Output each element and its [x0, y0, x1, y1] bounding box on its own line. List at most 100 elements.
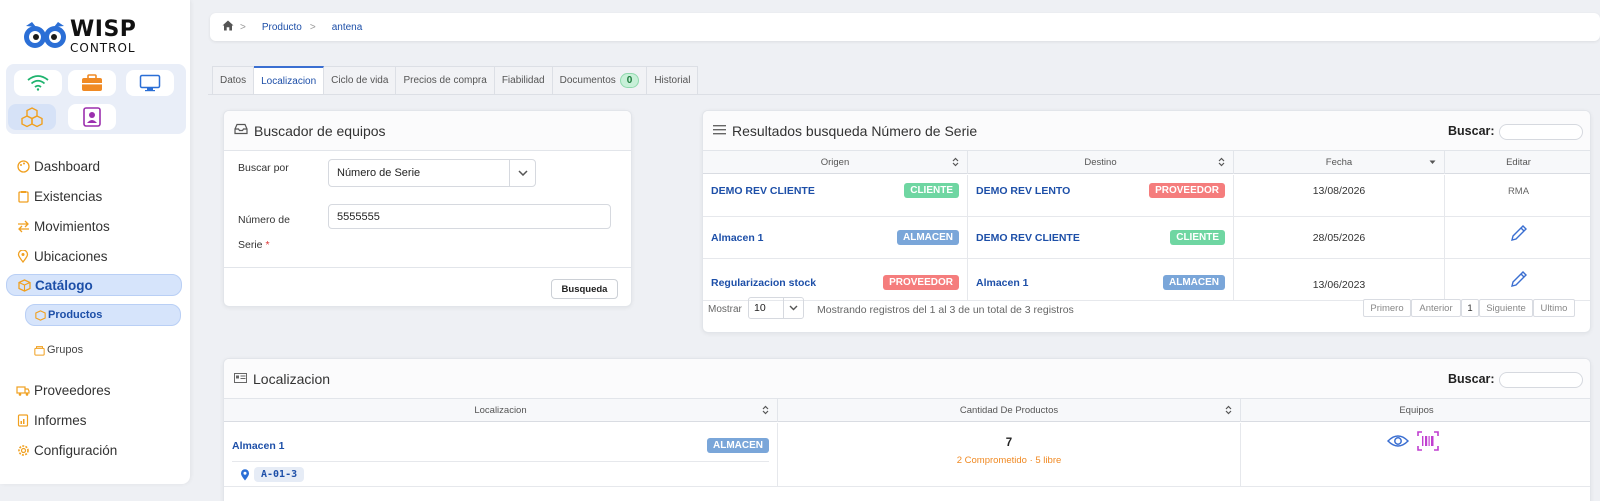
- nav-label: Informes: [34, 412, 87, 428]
- clipboard-icon: [16, 189, 30, 203]
- module-switcher: [6, 64, 186, 134]
- chevron-down-icon: [509, 160, 535, 186]
- search-input[interactable]: [1499, 372, 1583, 388]
- nav-proveedores[interactable]: Proveedores: [6, 379, 182, 401]
- nav-sub-productos[interactable]: Productos: [25, 304, 181, 326]
- origen-link[interactable]: Almacen 1: [711, 232, 764, 244]
- table-row: Regularizacion stock PROVEEDOR Almacen 1…: [703, 259, 1590, 301]
- box-icon: [17, 278, 31, 292]
- location-link[interactable]: Almacen 1: [232, 440, 285, 452]
- pager-page[interactable]: 1: [1461, 299, 1479, 317]
- owl-logo-icon: [22, 18, 68, 54]
- tab-localizacion[interactable]: Localizacion: [254, 66, 325, 94]
- card-title: Resultados busqueda Número de Serie: [732, 122, 978, 139]
- required-mark: *: [265, 239, 270, 251]
- column-header-localizacion[interactable]: Localizacion: [224, 399, 778, 422]
- nav-label: Catálogo: [35, 277, 93, 293]
- origen-link[interactable]: DEMO REV CLIENTE: [711, 185, 815, 197]
- chevron-down-icon: [783, 298, 803, 318]
- nav-movimientos[interactable]: Movimientos: [6, 215, 182, 237]
- nav-existencias[interactable]: Existencias: [6, 185, 182, 207]
- module-business[interactable]: [68, 70, 116, 96]
- search-input[interactable]: [1499, 124, 1583, 140]
- wifi-icon: [27, 75, 49, 91]
- divider: [224, 267, 631, 268]
- nav-sub-label: Productos: [48, 309, 103, 321]
- status-badge: ALMACEN: [707, 438, 769, 453]
- breadcrumb-producto[interactable]: Producto: [262, 22, 302, 33]
- nav-dashboard[interactable]: Dashboard: [6, 155, 182, 177]
- column-header-origen[interactable]: Origen: [703, 151, 968, 174]
- buscar-por-label: Buscar por: [238, 162, 289, 174]
- monitor-icon: [139, 74, 161, 92]
- module-inventory[interactable]: [8, 104, 56, 130]
- box-icon: [34, 309, 46, 321]
- pager-last[interactable]: Ultimo: [1533, 299, 1575, 317]
- cantidad-detalle: 2 Comprometido · 5 libre: [956, 455, 1062, 466]
- tab-historial[interactable]: Historial: [647, 66, 699, 94]
- eye-icon[interactable]: [1386, 433, 1410, 452]
- pager-prev[interactable]: Anterior: [1411, 299, 1461, 317]
- tab-datos[interactable]: Datos: [212, 66, 255, 94]
- tab-fiabilidad[interactable]: Fiabilidad: [494, 66, 553, 94]
- card-header: Localizacion: [224, 359, 1590, 399]
- destino-link[interactable]: DEMO REV CLIENTE: [976, 232, 1080, 244]
- inbox-icon: [234, 123, 248, 138]
- location-icon: [16, 249, 30, 263]
- records-info: Mostrando registros del 1 al 3 de un tot…: [817, 304, 1074, 316]
- column-header-fecha[interactable]: Fecha: [1234, 151, 1445, 174]
- pager-next[interactable]: Siguiente: [1479, 299, 1533, 317]
- sort-icon: [762, 405, 769, 418]
- documents-count-badge: 0: [619, 73, 640, 88]
- breadcrumb: > Producto > antena: [210, 13, 1600, 41]
- tab-underline: [208, 94, 1600, 95]
- serie-input[interactable]: 5555555: [328, 204, 611, 229]
- tab-ciclo-de-vida[interactable]: Ciclo de vida: [324, 66, 397, 94]
- nav-label: Ubicaciones: [34, 248, 108, 264]
- id-card-icon: [234, 372, 247, 386]
- rma-label[interactable]: RMA: [1445, 175, 1590, 217]
- nav-catalogo[interactable]: Catálogo: [6, 274, 182, 296]
- column-header-editar: Editar: [1506, 157, 1531, 168]
- status-badge: PROVEEDOR: [883, 275, 959, 290]
- brand-line1: WISP: [70, 16, 137, 42]
- nav-sub-label: Grupos: [47, 344, 84, 356]
- nav-sub-grupos[interactable]: Grupos: [25, 339, 181, 361]
- buscador-card: Buscador de equipos Buscar por Número de…: [223, 110, 632, 307]
- tab-precios-de-compra[interactable]: Precios de compra: [396, 66, 495, 94]
- table-header: Origen Destino Fecha Editar: [703, 151, 1590, 174]
- contact-icon: [83, 107, 101, 127]
- tab-bar: Datos Localizacion Ciclo de vida Precios…: [212, 66, 699, 94]
- page-size-select[interactable]: 10: [748, 297, 804, 319]
- breadcrumb-current[interactable]: antena: [332, 22, 363, 33]
- location-code: A-01-3: [254, 467, 305, 482]
- column-header-cantidad[interactable]: Cantidad De Productos: [778, 399, 1241, 422]
- module-contacts[interactable]: [68, 104, 116, 130]
- destino-link[interactable]: Almacen 1: [976, 277, 1029, 289]
- brand-line2: CONTROL: [70, 40, 136, 55]
- nav-ubicaciones[interactable]: Ubicaciones: [6, 245, 182, 267]
- logo[interactable]: WISP CONTROL: [22, 16, 152, 56]
- origen-link[interactable]: Regularizacion stock: [711, 277, 816, 289]
- select-value: Número de Serie: [337, 167, 421, 179]
- card-header: Buscador de equipos: [224, 111, 631, 151]
- busqueda-button[interactable]: Busqueda: [551, 279, 618, 299]
- destino-link[interactable]: DEMO REV LENTO: [976, 185, 1070, 197]
- pencil-icon[interactable]: [1509, 269, 1529, 292]
- nav-configuracion[interactable]: Configuración: [6, 439, 182, 461]
- sort-icon: [952, 157, 959, 170]
- fecha-cell: 13/08/2026: [1234, 175, 1445, 217]
- nav-informes[interactable]: Informes: [6, 409, 182, 431]
- module-monitor[interactable]: [126, 70, 174, 96]
- pencil-icon[interactable]: [1509, 223, 1529, 246]
- nav-label: Dashboard: [34, 158, 101, 174]
- buscar-por-select[interactable]: Número de Serie: [328, 159, 536, 187]
- column-header-equipos: Equipos: [1399, 405, 1434, 416]
- pager-first[interactable]: Primero: [1363, 299, 1411, 317]
- home-icon[interactable]: [222, 20, 234, 34]
- column-header-destino[interactable]: Destino: [968, 151, 1234, 174]
- barcode-scan-icon[interactable]: [1417, 431, 1439, 454]
- module-network[interactable]: [14, 70, 62, 96]
- status-badge: CLIENTE: [1170, 230, 1225, 245]
- tab-documentos[interactable]: Documentos 0: [552, 66, 648, 94]
